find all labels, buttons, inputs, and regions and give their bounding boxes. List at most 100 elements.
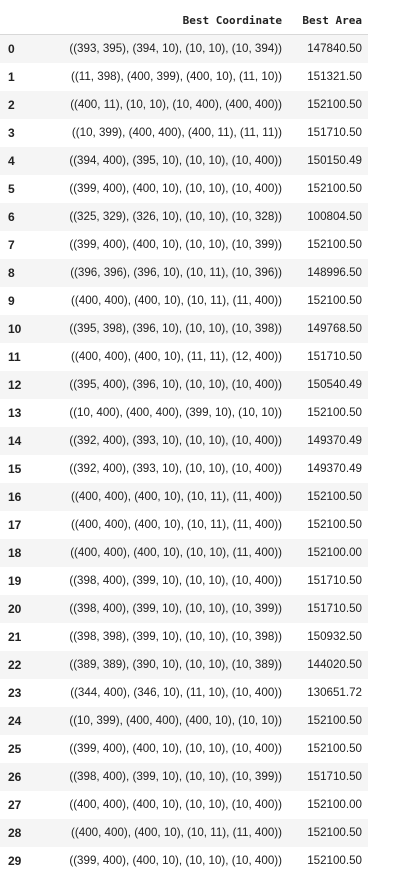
best-coordinate-cell: ((389, 389), (390, 10), (10, 10), (10, 3… xyxy=(69,658,282,671)
best-area-cell: 152100.50 xyxy=(307,714,362,727)
best-area-cell: 100804.50 xyxy=(307,210,362,223)
best-coordinate-cell: ((400, 400), (400, 10), (10, 10), (11, 4… xyxy=(70,546,282,559)
best-area-cell: 152100.50 xyxy=(307,406,362,419)
table-row: 16 ((400, 400), (400, 10), (10, 11), (11,… xyxy=(0,482,368,511)
row-index: 2 xyxy=(8,97,15,112)
row-index: 9 xyxy=(8,293,15,308)
best-coordinate-cell: ((396, 396), (396, 10), (10, 11), (10, 3… xyxy=(70,266,282,279)
best-coordinate-cell: ((400, 400), (400, 10), (11, 11), (12, 4… xyxy=(71,350,282,363)
row-index: 12 xyxy=(8,377,22,392)
best-area-cell: 152100.50 xyxy=(307,182,362,195)
table-body: 0 ((393, 395), (394, 10), (10, 10), (10, … xyxy=(0,34,368,875)
column-header-best-area: Best Area xyxy=(290,7,368,35)
row-index: 19 xyxy=(8,573,22,588)
table-row: 29 ((399, 400), (400, 10), (10, 10), (10,… xyxy=(0,846,368,875)
row-index: 24 xyxy=(8,713,22,728)
header-row: Best Coordinate Best Area xyxy=(0,7,368,35)
row-index: 27 xyxy=(8,797,22,812)
best-coordinate-cell: ((400, 400), (400, 10), (10, 11), (11, 4… xyxy=(71,826,282,839)
table-row: 15 ((392, 400), (393, 10), (10, 10), (10,… xyxy=(0,454,368,483)
best-area-cell: 151710.50 xyxy=(307,126,362,139)
table-row: 11 ((400, 400), (400, 10), (11, 11), (12,… xyxy=(0,342,368,371)
table-row: 22 ((389, 389), (390, 10), (10, 10), (10,… xyxy=(0,650,368,679)
best-area-cell: 152100.50 xyxy=(307,490,362,503)
best-area-cell: 152100.50 xyxy=(307,238,362,251)
table-row: 10 ((395, 398), (396, 10), (10, 10), (10,… xyxy=(0,314,368,343)
row-index: 6 xyxy=(8,209,15,224)
table-row: 1 ((11, 398), (400, 399), (400, 10), (11,… xyxy=(0,62,368,91)
table-row: 2 ((400, 11), (10, 10), (10, 400), (400, … xyxy=(0,90,368,119)
best-area-cell: 150150.49 xyxy=(307,154,362,167)
row-index: 16 xyxy=(8,489,22,504)
best-area-cell: 149370.49 xyxy=(307,434,362,447)
row-index: 26 xyxy=(8,769,22,784)
best-coordinate-cell: ((10, 399), (400, 400), (400, 10), (10, … xyxy=(69,714,282,727)
row-index: 23 xyxy=(8,685,22,700)
best-area-cell: 152100.50 xyxy=(307,854,362,867)
row-index: 15 xyxy=(8,461,22,476)
best-coordinate-cell: ((325, 329), (326, 10), (10, 10), (10, 3… xyxy=(69,210,282,223)
best-coordinate-cell: ((392, 400), (393, 10), (10, 10), (10, 4… xyxy=(69,434,282,447)
row-index: 4 xyxy=(8,153,15,168)
best-area-cell: 151710.50 xyxy=(307,574,362,587)
row-index: 14 xyxy=(8,433,22,448)
best-coordinate-cell: ((399, 400), (400, 10), (10, 10), (10, 4… xyxy=(69,742,282,755)
row-index: 3 xyxy=(8,125,15,140)
best-area-cell: 152100.50 xyxy=(307,98,362,111)
row-index: 25 xyxy=(8,741,22,756)
table-row: 27 ((400, 400), (400, 10), (10, 10), (10,… xyxy=(0,790,368,819)
row-index: 1 xyxy=(8,69,15,84)
best-coordinate-cell: ((395, 398), (396, 10), (10, 10), (10, 3… xyxy=(69,322,282,335)
table-row: 20 ((398, 400), (399, 10), (10, 10), (10,… xyxy=(0,594,368,623)
best-area-cell: 149768.50 xyxy=(307,322,362,335)
best-area-cell: 152100.50 xyxy=(307,742,362,755)
table-row: 3 ((10, 399), (400, 400), (400, 11), (11,… xyxy=(0,118,368,147)
table-row: 12 ((395, 400), (396, 10), (10, 10), (10,… xyxy=(0,370,368,399)
best-area-cell: 150932.50 xyxy=(307,630,362,643)
row-index: 22 xyxy=(8,657,22,672)
best-area-cell: 152100.00 xyxy=(307,798,362,811)
table-header: Best Coordinate Best Area xyxy=(0,7,368,35)
table-row: 6 ((325, 329), (326, 10), (10, 10), (10, … xyxy=(0,202,368,231)
dataframe-table: Best Coordinate Best Area 0 ((393, 395), … xyxy=(0,7,368,875)
table-row: 4 ((394, 400), (395, 10), (10, 10), (10, … xyxy=(0,146,368,175)
row-index: 21 xyxy=(8,629,22,644)
best-area-cell: 151710.50 xyxy=(307,770,362,783)
best-area-cell: 130651.72 xyxy=(307,686,362,699)
best-coordinate-cell: ((395, 400), (396, 10), (10, 10), (10, 4… xyxy=(69,378,282,391)
best-area-cell: 151321.50 xyxy=(307,70,362,83)
dataframe-output: Best Coordinate Best Area 0 ((393, 395), … xyxy=(0,7,406,875)
best-coordinate-cell: ((11, 398), (400, 399), (400, 10), (11, … xyxy=(71,70,282,83)
row-index: 10 xyxy=(8,321,22,336)
best-area-cell: 152100.50 xyxy=(307,826,362,839)
table-row: 17 ((400, 400), (400, 10), (10, 11), (11,… xyxy=(0,510,368,539)
best-area-cell: 148996.50 xyxy=(307,266,362,279)
table-row: 7 ((399, 400), (400, 10), (10, 10), (10, … xyxy=(0,230,368,259)
table-row: 14 ((392, 400), (393, 10), (10, 10), (10,… xyxy=(0,426,368,455)
best-coordinate-cell: ((10, 400), (400, 400), (399, 10), (10, … xyxy=(69,406,282,419)
best-coordinate-cell: ((399, 400), (400, 10), (10, 10), (10, 4… xyxy=(69,182,282,195)
best-coordinate-cell: ((400, 400), (400, 10), (10, 11), (11, 4… xyxy=(71,294,282,307)
table-row: 24 ((10, 399), (400, 400), (400, 10), (10… xyxy=(0,706,368,735)
best-coordinate-cell: ((400, 400), (400, 10), (10, 11), (11, 4… xyxy=(71,490,282,503)
best-area-cell: 147840.50 xyxy=(307,42,362,56)
best-coordinate-cell: ((398, 400), (399, 10), (10, 10), (10, 3… xyxy=(69,602,282,615)
best-coordinate-cell: ((399, 400), (400, 10), (10, 10), (10, 4… xyxy=(69,854,282,867)
row-index: 8 xyxy=(8,265,15,280)
row-index: 7 xyxy=(8,237,15,252)
best-area-cell: 152100.50 xyxy=(307,518,362,531)
table-row: 23 ((344, 400), (346, 10), (11, 10), (10,… xyxy=(0,678,368,707)
best-coordinate-cell: ((398, 400), (399, 10), (10, 10), (10, 3… xyxy=(69,770,282,783)
best-area-cell: 144020.50 xyxy=(307,658,362,671)
table-row: 5 ((399, 400), (400, 10), (10, 10), (10, … xyxy=(0,174,368,203)
table-row: 25 ((399, 400), (400, 10), (10, 10), (10,… xyxy=(0,734,368,763)
best-area-cell: 152100.50 xyxy=(307,294,362,307)
table-row: 28 ((400, 400), (400, 10), (10, 11), (11,… xyxy=(0,818,368,847)
best-area-cell: 151710.50 xyxy=(307,350,362,363)
table-row: 18 ((400, 400), (400, 10), (10, 10), (11,… xyxy=(0,538,368,567)
table-row: 9 ((400, 400), (400, 10), (10, 11), (11, … xyxy=(0,286,368,315)
column-header-best-coordinate: Best Coordinate xyxy=(34,7,290,35)
table-row: 8 ((396, 396), (396, 10), (10, 11), (10, … xyxy=(0,258,368,287)
table-row: 19 ((398, 400), (399, 10), (10, 10), (10,… xyxy=(0,566,368,595)
row-index: 5 xyxy=(8,181,15,196)
